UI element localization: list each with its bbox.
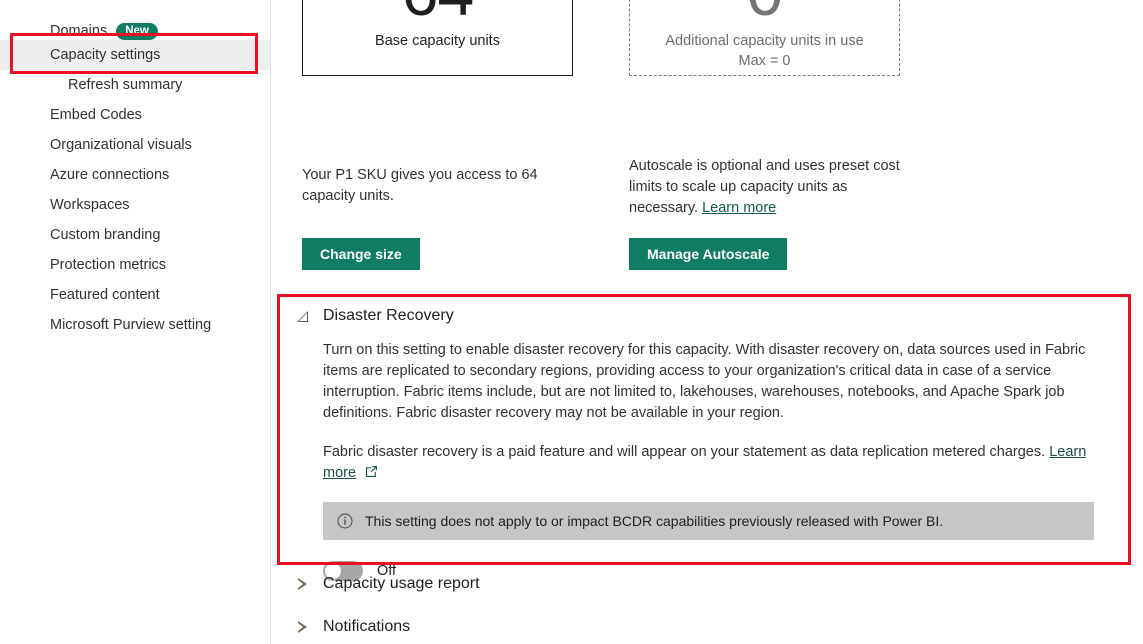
info-circle-icon xyxy=(337,513,353,529)
base-capacity-description-text: Your P1 SKU gives you access to 64 capac… xyxy=(302,167,538,204)
sidebar-item-label: Featured content xyxy=(50,287,160,303)
disaster-recovery-paragraph-2: Fabric disaster recovery is a paid featu… xyxy=(323,442,1118,484)
notifications-title: Notifications xyxy=(323,618,410,636)
main-content: 64 Base capacity units 0 Additional capa… xyxy=(271,0,1143,644)
settings-sidebar: Domains New Capacity settings Refresh su… xyxy=(0,0,271,644)
sidebar-item-label: Microsoft Purview setting xyxy=(50,317,211,333)
base-capacity-label: Base capacity units xyxy=(375,31,500,51)
autoscale-description: Autoscale is optional and uses preset co… xyxy=(629,156,901,219)
manage-autoscale-button[interactable]: Manage Autoscale xyxy=(629,238,787,270)
autoscale-label-line2: Max = 0 xyxy=(739,53,791,69)
sidebar-item-featured-content[interactable]: Featured content xyxy=(0,280,270,310)
disaster-recovery-section: Disaster Recovery Turn on this setting t… xyxy=(296,304,1128,582)
external-link-icon[interactable] xyxy=(365,464,378,477)
sidebar-item-protection-metrics[interactable]: Protection metrics xyxy=(0,250,270,280)
sidebar-item-refresh-summary[interactable]: Refresh summary xyxy=(0,70,270,100)
new-badge: New xyxy=(116,23,158,40)
autoscale-capacity-label: Additional capacity units in use Max = 0 xyxy=(665,31,863,71)
notifications-header[interactable]: Notifications xyxy=(296,618,410,636)
disaster-recovery-header[interactable]: Disaster Recovery xyxy=(296,304,1128,328)
capacity-settings-page: Domains New Capacity settings Refresh su… xyxy=(0,0,1143,644)
disaster-recovery-paragraph-2-text: Fabric disaster recovery is a paid featu… xyxy=(323,444,1045,460)
base-capacity-description: Your P1 SKU gives you access to 64 capac… xyxy=(302,165,586,207)
capacity-usage-report-title: Capacity usage report xyxy=(323,575,480,593)
info-banner-text: This setting does not apply to or impact… xyxy=(365,513,943,529)
sidebar-item-microsoft-purview-setting[interactable]: Microsoft Purview setting xyxy=(0,310,270,340)
sidebar-item-label: Capacity settings xyxy=(50,47,160,63)
sidebar-item-label: Domains xyxy=(50,23,107,39)
sidebar-item-embed-codes[interactable]: Embed Codes xyxy=(0,100,270,130)
disaster-recovery-body: Turn on this setting to enable disaster … xyxy=(296,340,1128,582)
disaster-recovery-title: Disaster Recovery xyxy=(323,307,454,325)
sidebar-item-label: Azure connections xyxy=(50,167,169,183)
sidebar-item-custom-branding[interactable]: Custom branding xyxy=(0,220,270,250)
sidebar-item-organizational-visuals[interactable]: Organizational visuals xyxy=(0,130,270,160)
autoscale-capacity-card: 0 Additional capacity units in use Max =… xyxy=(629,0,900,76)
autoscale-learn-more-link[interactable]: Learn more xyxy=(702,200,776,216)
capacity-usage-report-header[interactable]: Capacity usage report xyxy=(296,575,480,593)
sidebar-item-label: Protection metrics xyxy=(50,257,166,273)
base-capacity-card: 64 Base capacity units xyxy=(302,0,573,76)
sidebar-item-capacity-settings[interactable]: Capacity settings xyxy=(0,40,270,70)
autoscale-label-line1: Additional capacity units in use xyxy=(665,33,863,49)
sidebar-item-workspaces[interactable]: Workspaces xyxy=(0,190,270,220)
base-capacity-value: 64 xyxy=(402,0,473,31)
sidebar-item-label: Custom branding xyxy=(50,227,160,243)
sidebar-item-label: Refresh summary xyxy=(68,77,182,93)
sidebar-item-label: Embed Codes xyxy=(50,107,142,123)
autoscale-capacity-value: 0 xyxy=(747,0,783,31)
info-banner: This setting does not apply to or impact… xyxy=(323,502,1094,540)
collapsed-triangle-icon[interactable] xyxy=(296,577,310,591)
sidebar-item-label: Workspaces xyxy=(50,197,130,213)
sidebar-item-label: Organizational visuals xyxy=(50,137,192,153)
collapsed-triangle-icon[interactable] xyxy=(296,620,310,634)
disaster-recovery-paragraph-1: Turn on this setting to enable disaster … xyxy=(323,340,1118,424)
expanded-triangle-icon[interactable] xyxy=(296,309,310,323)
sidebar-item-azure-connections[interactable]: Azure connections xyxy=(0,160,270,190)
change-size-button[interactable]: Change size xyxy=(302,238,420,270)
